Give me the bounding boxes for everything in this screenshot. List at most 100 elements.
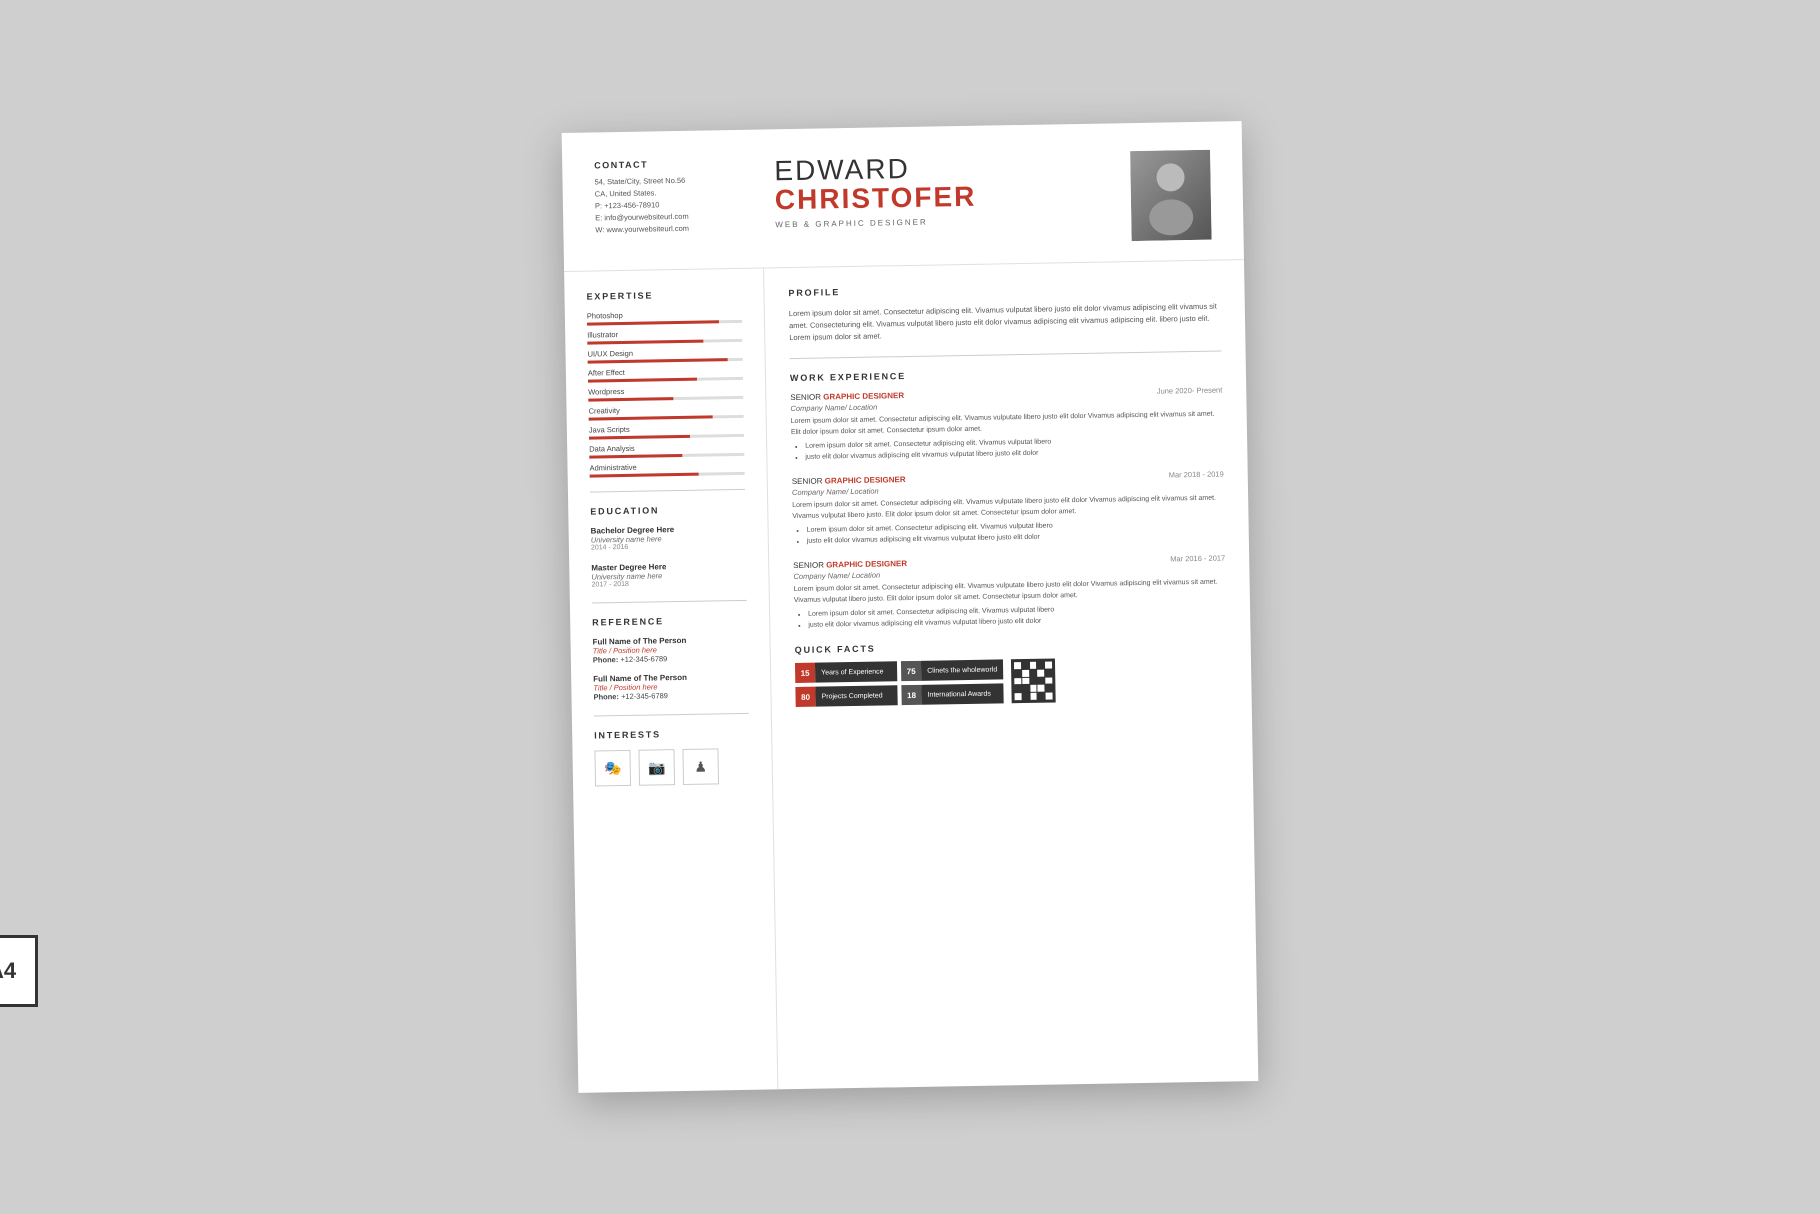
qr-cell — [1037, 662, 1044, 669]
qr-cell — [1014, 678, 1021, 685]
skill-bar-fill — [588, 358, 728, 363]
skill-bar-bg — [589, 453, 744, 459]
page-wrapper: PS A4 CONTACT 54, State/City, Street No.… — [40, 127, 1780, 1087]
job-item: SENIOR GRAPHIC DESIGNER June 2020- Prese… — [790, 386, 1223, 464]
job-role-highlight: GRAPHIC DESIGNER — [823, 391, 904, 401]
qr-cell — [1015, 693, 1022, 700]
a4-badge: A4 — [0, 935, 38, 1007]
skill-item: Data Analysis — [589, 442, 744, 459]
contact-info: 54, State/City, Street No.56 CA, United … — [594, 174, 755, 237]
format-badges: PS A4 — [0, 935, 38, 1007]
job-title: WEB & GRAPHIC DESIGNER — [775, 214, 1131, 229]
person-silhouette — [1140, 155, 1201, 236]
resume-document: CONTACT 54, State/City, Street No.56 CA,… — [562, 121, 1259, 1093]
skill-bar-bg — [587, 320, 742, 326]
resume-body: EXPERTISE Photoshop Illustrator UI/UX De… — [564, 260, 1258, 1093]
job-role: SENIOR GRAPHIC DESIGNER — [792, 475, 906, 486]
qr-cell — [1014, 685, 1021, 692]
website-value: www.yourwebsiteurl.com — [606, 224, 689, 234]
edu-years: 2014 - 2016 — [591, 542, 746, 552]
education-item: Bachelor Degree Here University name her… — [591, 524, 746, 552]
fact-label: Projects Completed — [815, 685, 897, 706]
photo-placeholder — [1130, 150, 1212, 241]
profile-photo — [1130, 150, 1212, 241]
skill-name: Photoshop — [587, 309, 742, 321]
qr-cell — [1022, 670, 1029, 677]
jobs-list: SENIOR GRAPHIC DESIGNER June 2020- Prese… — [790, 386, 1226, 632]
reference-item: Full Name of The Person Title / Position… — [593, 672, 748, 702]
email-label: E: — [595, 213, 602, 222]
skill-item: Wordpress — [588, 385, 743, 402]
qr-cell — [1030, 670, 1037, 677]
website-label: W: — [595, 225, 604, 234]
skill-bar-fill — [588, 397, 673, 401]
qr-cell — [1030, 677, 1037, 684]
fact-number: 15 — [795, 663, 815, 683]
fact-number: 18 — [901, 685, 921, 705]
job-desc: Lorem ipsum dolor sit amet. Consectetur … — [792, 494, 1224, 523]
job-role: SENIOR GRAPHIC DESIGNER — [790, 391, 904, 402]
ref-phone: Phone: +12-345-6789 — [593, 690, 748, 702]
skill-name: After Effect — [588, 366, 743, 378]
skill-bar-fill — [588, 378, 697, 383]
interests-icons: 🎭📷♟ — [594, 748, 750, 787]
skill-name: Administrative — [589, 461, 744, 473]
job-item: SENIOR GRAPHIC DESIGNER Mar 2016 - 2017 … — [793, 553, 1226, 631]
skill-item: Java Scripts — [589, 423, 744, 440]
qr-cell — [1022, 693, 1029, 700]
qr-code — [1011, 658, 1056, 703]
skills-list: Photoshop Illustrator UI/UX Design After… — [587, 309, 745, 478]
education-list: Bachelor Degree Here University name her… — [591, 524, 747, 589]
divider-3 — [594, 713, 749, 717]
interest-icon: 📷 — [638, 749, 675, 786]
job-date: June 2020- Present — [1157, 386, 1223, 396]
interest-icon: 🎭 — [594, 750, 631, 787]
job-bullets: Lorem ipsum dolor sit amet. Consectetur … — [805, 435, 1223, 463]
job-role: SENIOR GRAPHIC DESIGNER — [793, 559, 907, 570]
skill-name: Creativity — [588, 404, 743, 416]
job-role-highlight: GRAPHIC DESIGNER — [825, 475, 906, 485]
quick-facts-title: QUICK FACTS — [795, 637, 1227, 655]
qr-cell — [1014, 670, 1021, 677]
qr-cell — [1022, 678, 1029, 685]
fact-label: Years of Experience — [815, 661, 897, 682]
education-item: Master Degree Here University name here … — [591, 561, 746, 589]
skill-bar-bg — [588, 377, 743, 383]
qr-cell — [1046, 685, 1053, 692]
job-item: SENIOR GRAPHIC DESIGNER Mar 2018 - 2019 … — [792, 470, 1225, 548]
edu-years: 2017 - 2018 — [592, 579, 747, 589]
skill-name: Data Analysis — [589, 442, 744, 454]
skill-bar-bg — [588, 396, 743, 402]
qr-cell — [1038, 693, 1045, 700]
skill-bar-fill — [589, 454, 682, 459]
qr-cell — [1030, 685, 1037, 692]
skill-name: Wordpress — [588, 385, 743, 397]
job-date: Mar 2016 - 2017 — [1170, 553, 1225, 563]
qr-cell — [1038, 669, 1045, 676]
contact-title: CONTACT — [594, 158, 754, 171]
quick-facts-area: 15 Years of Experience 75 Clinets the wh… — [795, 655, 1228, 707]
skill-item: Administrative — [589, 461, 744, 478]
qr-cell — [1030, 693, 1037, 700]
qr-cell — [1046, 677, 1053, 684]
skill-bar-fill — [589, 415, 713, 420]
skill-bar-bg — [589, 434, 744, 440]
skill-bar-fill — [587, 340, 703, 345]
skill-item: UI/UX Design — [587, 347, 742, 364]
skill-item: Photoshop — [587, 309, 742, 326]
skill-item: After Effect — [588, 366, 743, 383]
fact-item: 75 Clinets the wholeworld — [901, 659, 1003, 681]
job-date: Mar 2018 - 2019 — [1169, 470, 1224, 480]
profile-title: PROFILE — [788, 281, 1220, 299]
skill-name: UI/UX Design — [587, 347, 742, 359]
right-column: PROFILE Lorem ipsum dolor sit amet. Cons… — [764, 260, 1258, 1089]
last-name: CHRISTOFER — [775, 179, 1131, 216]
qr-cell — [1038, 685, 1045, 692]
qr-cell — [1022, 662, 1029, 669]
divider-2 — [592, 600, 747, 604]
skill-bar-bg — [587, 339, 742, 345]
fact-number: 80 — [795, 687, 815, 707]
skill-item: Illustrator — [587, 328, 742, 345]
reference-title: REFERENCE — [592, 615, 747, 628]
job-bullets: Lorem ipsum dolor sit amet. Consectetur … — [808, 602, 1226, 630]
